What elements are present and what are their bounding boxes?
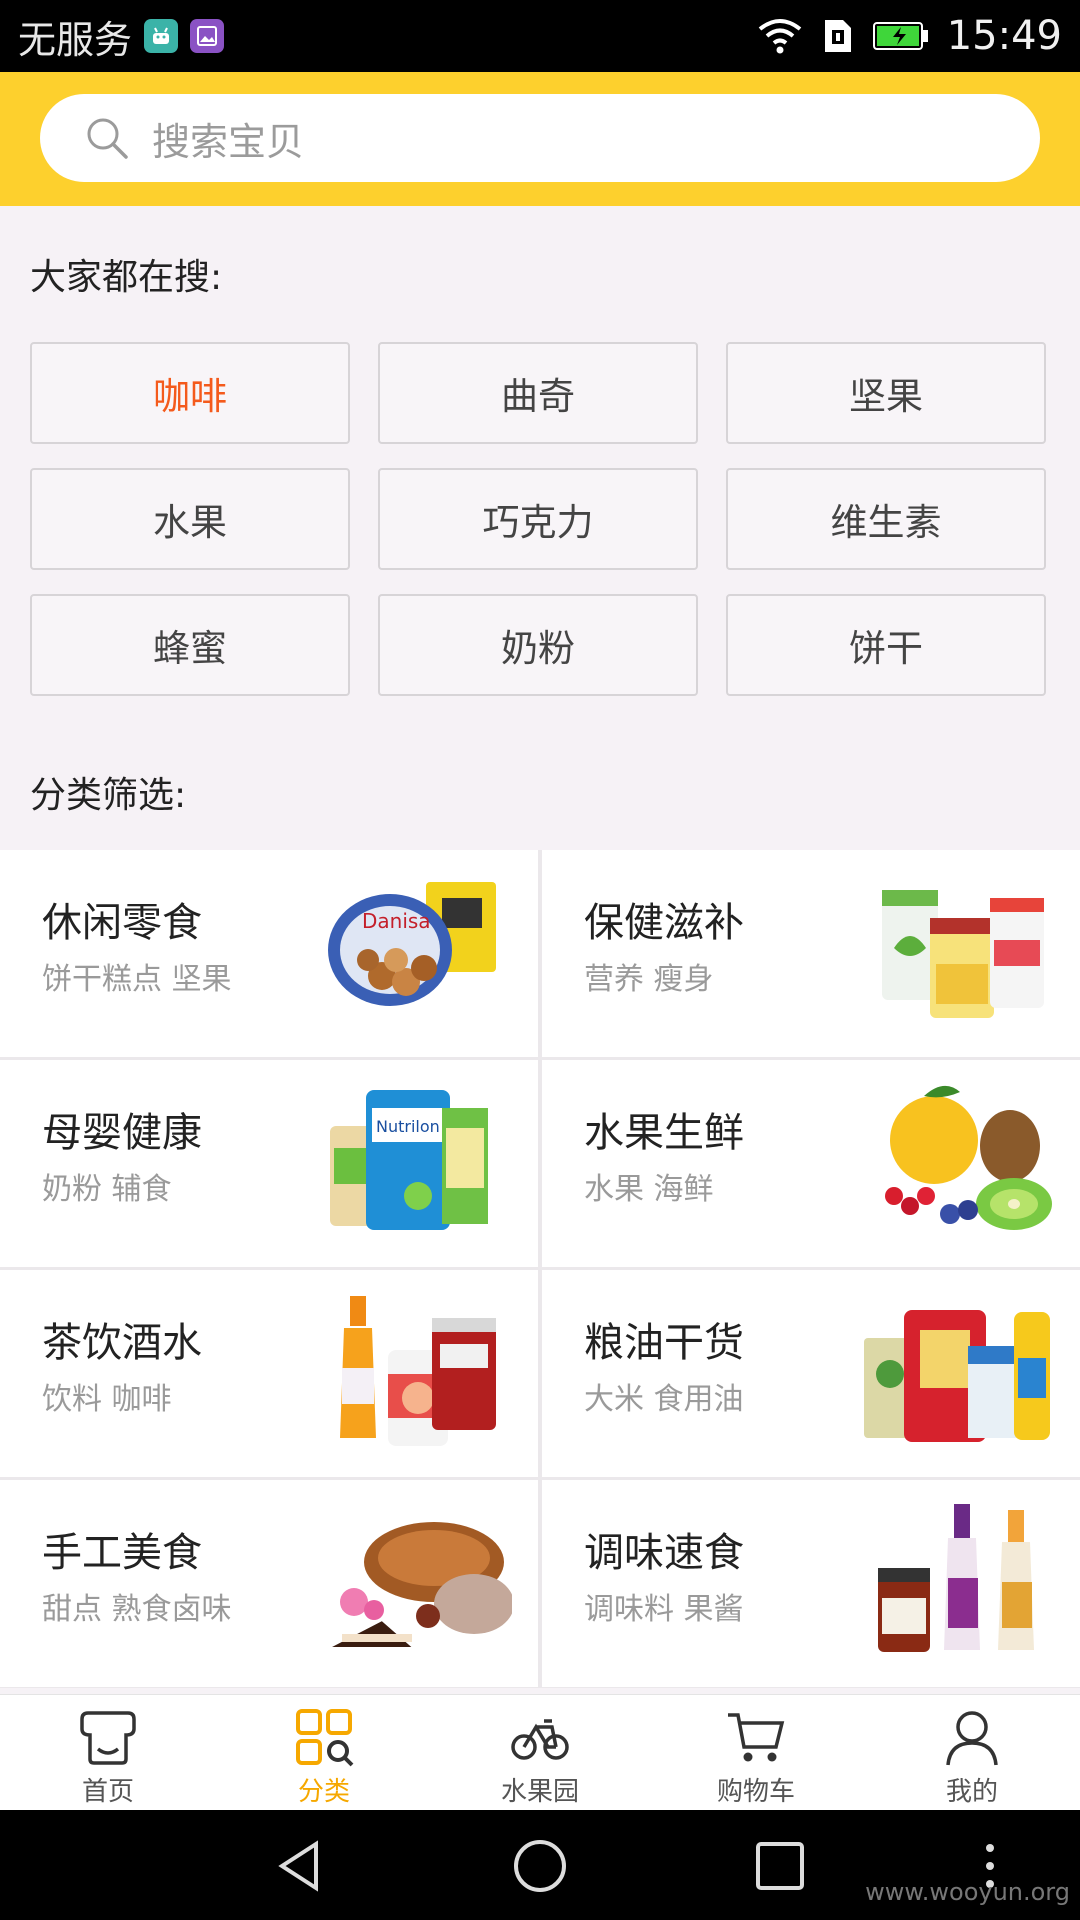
tab-label: 我的 [945, 1777, 998, 1807]
category-subtitle: 奶粉 辅食 [42, 1172, 172, 1207]
tab-orchard[interactable]: 水果园 [432, 1695, 648, 1811]
category-grain-oil[interactable]: 粮油干货 大米 食用油 [542, 1270, 1080, 1477]
gallery-notification-icon [190, 19, 225, 53]
category-drinks[interactable]: 茶饮酒水 饮料 咖啡 [0, 1270, 538, 1477]
category-subtitle: 甜点 熟食卤味 [42, 1592, 232, 1627]
category-title: 粮油干货 [584, 1320, 744, 1366]
home-button-icon[interactable] [512, 1838, 568, 1894]
search-icon [87, 118, 128, 159]
home-icon [80, 1711, 136, 1765]
category-subtitle: 饼干糕点 坚果 [42, 962, 232, 997]
category-subtitle: 饮料 咖啡 [42, 1382, 172, 1417]
category-condiments[interactable]: 调味速食 调味料 果酱 [542, 1480, 1080, 1687]
status-bar: 无服务 15:49 [0, 0, 1080, 72]
tab-category[interactable]: 分类 [216, 1695, 432, 1811]
supplements-image [882, 890, 1044, 1018]
hot-tag[interactable]: 巧克力 [378, 468, 698, 570]
category-title: 母婴健康 [42, 1110, 202, 1156]
hot-tag[interactable]: 水果 [30, 468, 350, 570]
baby-formula-image: Nutrilon [330, 1090, 488, 1230]
watermark: www.wooyun.org [865, 1878, 1070, 1906]
hot-tag[interactable]: 曲奇 [378, 342, 698, 444]
category-title: 调味速食 [584, 1530, 744, 1576]
hot-tag[interactable]: 维生素 [726, 468, 1046, 570]
category-supplements[interactable]: 保健滋补 营养 瘦身 [542, 850, 1080, 1057]
category-title: 休闲零食 [42, 900, 202, 946]
tab-label: 首页 [81, 1777, 134, 1807]
wifi-icon [758, 19, 801, 54]
category-handmade-food[interactable]: 手工美食 甜点 熟食卤味 [0, 1480, 538, 1687]
svg-text:Nutrilon: Nutrilon [376, 1117, 440, 1136]
search-placeholder: 搜索宝贝 [152, 119, 305, 164]
hot-tag[interactable]: 坚果 [726, 342, 1046, 444]
tab-label: 购物车 [716, 1777, 795, 1807]
hot-search-title: 大家都在搜: [30, 257, 223, 298]
carrier-label: 无服务 [18, 17, 133, 62]
category-subtitle: 营养 瘦身 [584, 962, 714, 997]
search-input[interactable]: 搜索宝贝 [40, 94, 1040, 182]
category-subtitle: 水果 海鲜 [584, 1172, 714, 1207]
grain-oil-image [864, 1310, 1050, 1442]
category-title: 水果生鲜 [584, 1110, 744, 1156]
category-icon [296, 1709, 354, 1767]
category-grid: 休闲零食 饼干糕点 坚果 Danisa 保健滋补 营养 瘦身 母婴健康 奶粉 辅… [0, 850, 1080, 1688]
hot-search-tags: 咖啡 曲奇 坚果 水果 巧克力 维生素 蜂蜜 奶粉 饼干 [30, 342, 1046, 696]
category-subtitle: 大米 食用油 [584, 1382, 744, 1417]
cart-icon [728, 1713, 785, 1762]
bottom-tab-bar: 首页 分类 水果园 购物车 我的 [0, 1694, 1080, 1811]
hot-tag[interactable]: 奶粉 [378, 594, 698, 696]
no-sim-icon [824, 20, 851, 52]
category-filter-title: 分类筛选: [30, 775, 187, 816]
category-title: 手工美食 [42, 1530, 202, 1576]
fruit-image [885, 1085, 1052, 1230]
tab-home[interactable]: 首页 [0, 1695, 216, 1811]
tab-label: 水果园 [500, 1777, 579, 1807]
category-title: 茶饮酒水 [42, 1320, 202, 1366]
hot-tag[interactable]: 蜂蜜 [30, 594, 350, 696]
category-mother-baby[interactable]: 母婴健康 奶粉 辅食 Nutrilon [0, 1060, 538, 1267]
category-subtitle: 调味料 果酱 [584, 1592, 744, 1627]
snacks-image: Danisa [328, 882, 496, 1006]
hot-tag[interactable]: 饼干 [726, 594, 1046, 696]
tab-label: 分类 [297, 1777, 350, 1807]
battery-charging-icon [872, 22, 928, 50]
category-fruit-fresh[interactable]: 水果生鲜 水果 海鲜 [542, 1060, 1080, 1267]
user-icon [946, 1711, 998, 1766]
back-icon[interactable] [272, 1838, 328, 1894]
drinks-image [340, 1296, 496, 1446]
android-notification-icon [144, 19, 179, 53]
clock: 15:49 [946, 13, 1062, 59]
recents-icon[interactable] [752, 1838, 808, 1894]
bicycle-icon [511, 1719, 569, 1760]
category-snacks[interactable]: 休闲零食 饼干糕点 坚果 Danisa [0, 850, 538, 1057]
tab-cart[interactable]: 购物车 [648, 1695, 864, 1811]
hot-tag[interactable]: 咖啡 [30, 342, 350, 444]
category-title: 保健滋补 [584, 900, 744, 946]
search-header: 搜索宝贝 [0, 72, 1080, 206]
tab-mine[interactable]: 我的 [864, 1695, 1080, 1811]
condiments-image [878, 1504, 1034, 1652]
svg-text:Danisa: Danisa [362, 909, 431, 933]
handmade-food-image [327, 1522, 512, 1649]
system-navigation-bar: www.wooyun.org [0, 1810, 1080, 1920]
